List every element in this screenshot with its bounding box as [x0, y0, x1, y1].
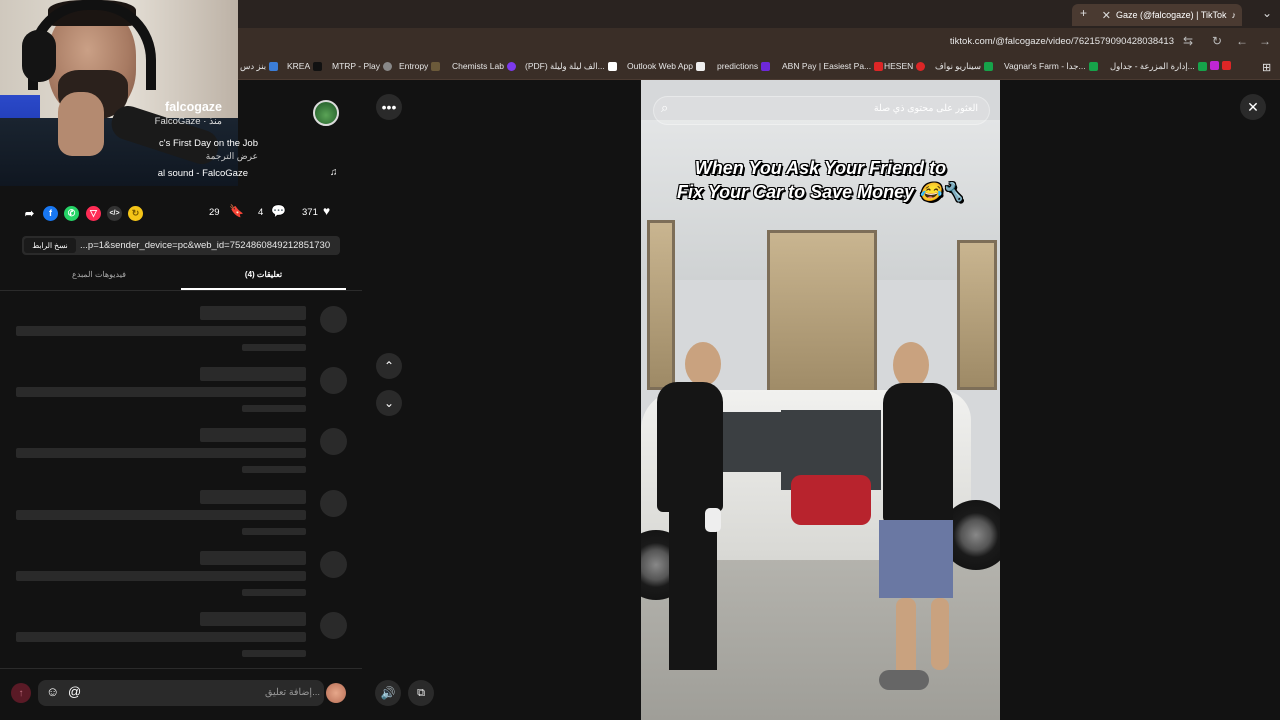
bookmark-item[interactable]: ABN Pay | Easiest Pa... — [782, 61, 884, 71]
heart-icon[interactable]: ♥ — [323, 204, 330, 218]
reload-icon[interactable]: ↻ — [1212, 34, 1222, 48]
emoji-icon[interactable]: ☺ — [46, 684, 59, 699]
bookmark-item[interactable]: KREA — [287, 61, 323, 71]
video-caption-line2: Fix Your Car to Save Money 😂🔧 — [677, 182, 964, 202]
tiktok-icon: ♪ — [1231, 10, 1237, 20]
next-video-button[interactable]: ⌄ — [376, 390, 402, 416]
bookmark-item[interactable]: predictions — [717, 61, 771, 71]
bookmark-item[interactable]: Chemists Lab — [452, 61, 516, 71]
bookmark-item[interactable]: Outlook Web App — [627, 61, 705, 71]
tab-creator-videos[interactable]: فيديوهات المبدع — [20, 270, 178, 279]
previous-video-button[interactable]: ⌃ — [376, 353, 402, 379]
comment-count: 4 — [258, 207, 264, 218]
share-arrow-icon[interactable]: ➦ — [22, 206, 37, 221]
repost-icon[interactable]: ↻ — [128, 205, 143, 221]
bookmark-item[interactable]: MTRP - Play — [332, 61, 393, 71]
bookmark-item[interactable]: Vagnar's Farm - جدا... — [1004, 61, 1098, 72]
mention-icon[interactable]: @ — [68, 684, 81, 699]
back-icon[interactable]: → — [1259, 34, 1271, 48]
tab-divider — [0, 290, 362, 291]
share-icons: ✆ — [64, 205, 79, 221]
send-comment-button[interactable]: ↑ — [11, 683, 31, 703]
video-search-placeholder: العثور على محتوى ذي صلة — [873, 103, 978, 114]
comment-skeleton-list — [0, 300, 362, 660]
save-count: 29 — [209, 207, 220, 218]
author-name[interactable]: falcogaze — [165, 100, 222, 114]
volume-button[interactable]: 🔊 — [375, 680, 401, 706]
close-button[interactable]: ✕ — [1240, 94, 1266, 120]
copy-link-button[interactable]: نسخ الرابط — [24, 238, 76, 253]
author-subtitle: FalcoGaze · منذ — [154, 116, 222, 127]
share-icons: </> — [107, 205, 122, 221]
search-icon[interactable]: ⌕ — [661, 100, 668, 116]
more-options-button[interactable]: ••• — [376, 94, 402, 120]
bookmark-icon[interactable]: 🔖 — [229, 204, 244, 218]
url-text[interactable]: tiktok.com/@falcogaze/video/762157909042… — [950, 36, 1174, 47]
new-tab-button[interactable]: + — [1080, 6, 1087, 20]
share-icons: f — [43, 205, 58, 221]
author-avatar[interactable] — [313, 100, 339, 126]
video-player[interactable]: ⌕ العثور على محتوى ذي صلة When You Ask Y… — [641, 80, 1000, 720]
like-count: 371 — [302, 207, 318, 218]
tab-list-icon[interactable]: ⌄ — [1262, 6, 1272, 20]
bookmark-item[interactable]: سيناريو نواف — [935, 61, 993, 72]
webcam-overlay — [0, 0, 238, 186]
apps-grid-icon[interactable]: ⊞ — [1262, 61, 1271, 74]
video-caption-line1: When You Ask Your Friend to — [694, 158, 947, 178]
embed-icon[interactable]: </> — [107, 205, 122, 221]
comment-icon[interactable]: 💬 — [271, 204, 286, 218]
whatsapp-icon[interactable]: ✆ — [64, 205, 79, 221]
bookmark-item[interactable]: إدارة المزرعة - جداول... — [1110, 61, 1207, 72]
share-icons: ▽ — [86, 205, 101, 221]
music-label[interactable]: al sound - FalcoGaze — [158, 168, 248, 179]
browser-tab[interactable]: ✕ Gaze (@falcogaze) | TikTok ♪ — [1072, 4, 1242, 26]
share-icons: ↻ — [128, 205, 143, 221]
bookmark-icons[interactable] — [1210, 61, 1231, 70]
pip-button[interactable]: ⧉ — [408, 680, 434, 706]
user-avatar[interactable] — [326, 683, 346, 703]
bookmark-item[interactable]: HESEN — [884, 61, 926, 71]
tab-title: Gaze (@falcogaze) | TikTok — [1115, 10, 1227, 20]
forward-icon[interactable]: ← — [1236, 34, 1248, 48]
comment-placeholder: إضافة تعليق... — [265, 687, 320, 698]
share-icons-row: ➦ — [22, 205, 37, 221]
bookmark-item[interactable]: بنز دس — [240, 61, 279, 72]
site-settings-icon[interactable]: ⇆ — [1183, 34, 1193, 48]
video-description: c's First Day on the Job — [159, 138, 258, 149]
tab-close-icon[interactable]: ✕ — [1102, 9, 1111, 22]
bookmark-item[interactable]: Entropy — [399, 61, 441, 71]
music-note-icon: ♫ — [330, 167, 338, 178]
comment-input-divider — [0, 668, 362, 669]
bookmark-item[interactable]: (PDF) الف ليلة وليلة... — [525, 61, 617, 72]
tiktok-friends-icon[interactable]: ▽ — [86, 205, 101, 221]
tab-comments[interactable]: تعليقات (4) — [181, 270, 346, 279]
share-link-url[interactable]: ...p=1&sender_device=pc&web_id=752486084… — [80, 240, 330, 251]
translate-link[interactable]: عرض الترجمة — [206, 151, 258, 162]
facebook-icon[interactable]: f — [43, 205, 58, 221]
